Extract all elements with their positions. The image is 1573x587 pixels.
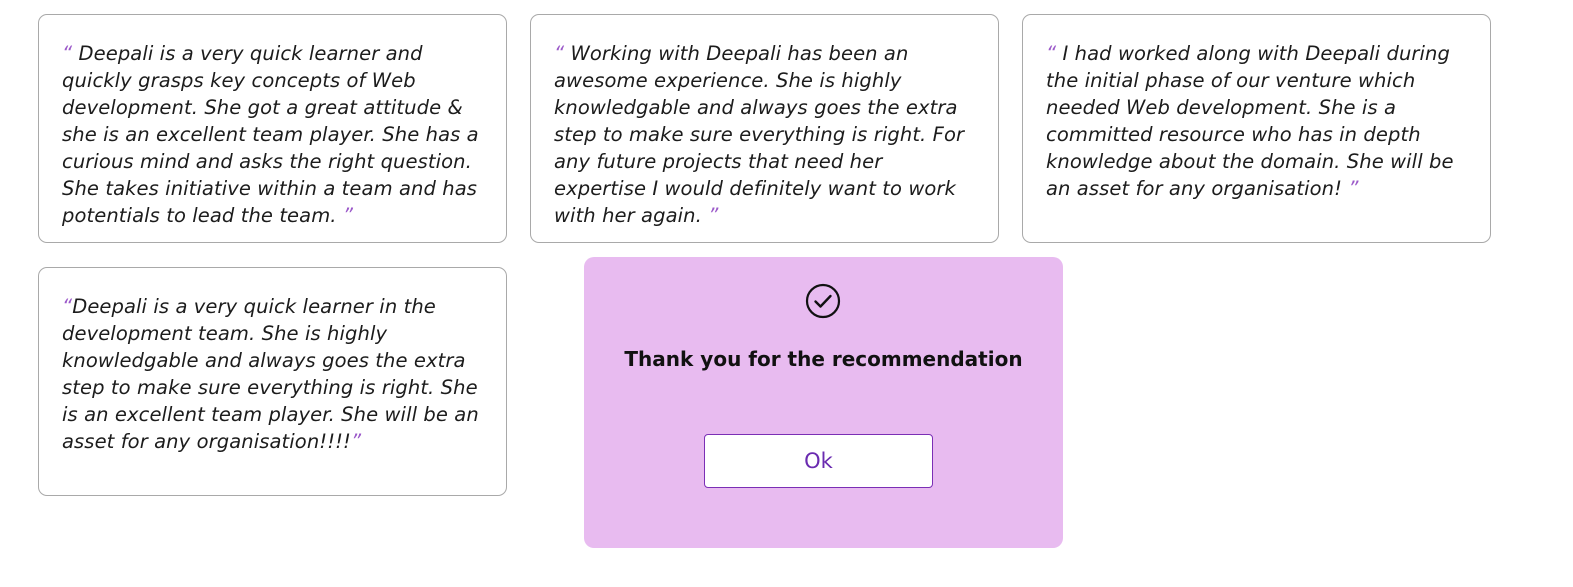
- open-quote-mark: “: [554, 42, 571, 65]
- confirmation-modal: Thank you for the recommendation Ok: [584, 257, 1063, 548]
- close-quote-mark: ”: [350, 430, 362, 453]
- testimonial-body: Deepali is a very quick learner in the d…: [62, 295, 479, 453]
- close-quote-mark: ”: [342, 204, 354, 227]
- open-quote-mark: “: [62, 295, 73, 318]
- testimonial-text: “ Working with Deepali has been an aweso…: [554, 40, 976, 229]
- check-circle-icon: [805, 283, 841, 319]
- open-quote-mark: “: [62, 42, 79, 65]
- testimonial-text: “ Deepali is a very quick learner and qu…: [62, 40, 484, 229]
- testimonial-text: “ I had worked along with Deepali during…: [1046, 40, 1468, 202]
- close-quote-mark: ”: [708, 204, 719, 227]
- ok-button[interactable]: Ok: [704, 434, 933, 488]
- open-quote-mark: “: [1046, 42, 1063, 65]
- testimonial-text: “Deepali is a very quick learner in the …: [62, 293, 484, 455]
- close-quote-mark: ”: [1348, 177, 1359, 200]
- testimonial-card: “Deepali is a very quick learner in the …: [38, 267, 507, 496]
- testimonial-card: “ Deepali is a very quick learner and qu…: [38, 14, 507, 243]
- modal-message: Thank you for the recommendation: [624, 347, 1023, 371]
- testimonial-card: “ I had worked along with Deepali during…: [1022, 14, 1491, 243]
- testimonial-body: Working with Deepali has been an awesome…: [554, 42, 965, 227]
- testimonial-card: “ Working with Deepali has been an aweso…: [530, 14, 999, 243]
- testimonial-body: Deepali is a very quick learner and quic…: [62, 42, 479, 227]
- testimonial-body: I had worked along with Deepali during t…: [1046, 42, 1454, 200]
